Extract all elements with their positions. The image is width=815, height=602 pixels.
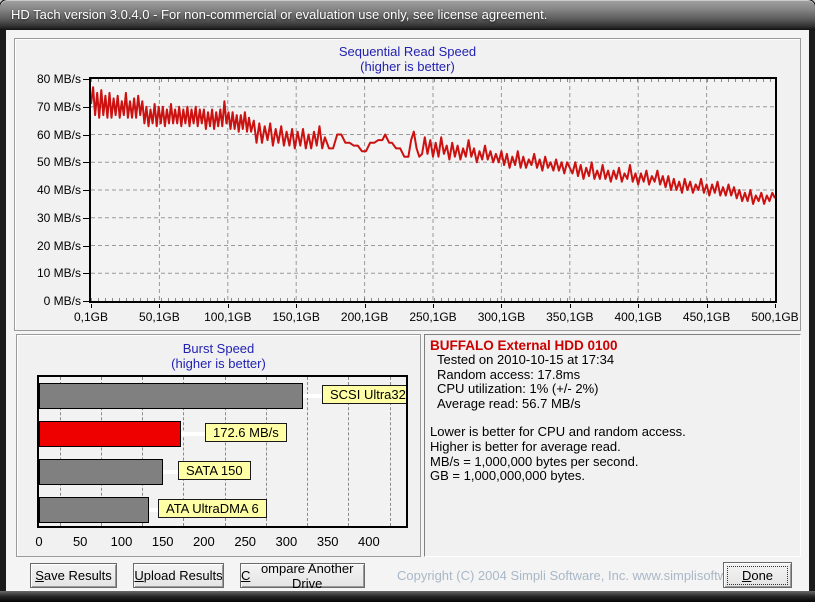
y-axis-tick — [83, 79, 89, 80]
burst-axis-label: 250 — [234, 534, 256, 549]
save-results-button[interactable]: Save Results — [30, 563, 117, 588]
info-note-line: Higher is better for average read. — [430, 440, 795, 455]
y-axis-label: 20 MB/s — [17, 239, 81, 253]
burst-axis-label: 50 — [73, 534, 87, 549]
burst-axis-label: 150 — [152, 534, 174, 549]
x-axis-tick — [707, 304, 708, 308]
burst-axis-label: 200 — [193, 534, 215, 549]
x-axis-label: 300,1GB — [478, 310, 525, 324]
burst-axis-label: 350 — [317, 534, 339, 549]
title-bar[interactable]: HD Tach version 3.0.4.0 - For non-commer… — [0, 0, 815, 30]
y-axis-tick — [83, 246, 89, 247]
y-axis-tick — [83, 301, 89, 302]
info-note-line: MB/s = 1,000,000 bytes per second. — [430, 455, 795, 470]
plot-top-ticks — [91, 79, 775, 82]
burst-speed-subtitle: (higher is better) — [17, 356, 420, 371]
x-axis-label: 350,1GB — [546, 310, 593, 324]
burst-speed-panel: Burst Speed (higher is better) SCSI Ultr… — [16, 334, 421, 557]
bar-label-connector — [303, 394, 322, 398]
burst-axis-label: 300 — [276, 534, 298, 549]
burst-bar — [39, 459, 163, 485]
y-axis-label: 10 MB/s — [17, 266, 81, 280]
y-axis-tick — [83, 273, 89, 274]
compare-another-drive-button[interactable]: Compare Another Drive — [240, 563, 365, 588]
copyright-text: Copyright (C) 2004 Simpli Software, Inc.… — [397, 568, 774, 583]
burst-gridline — [307, 377, 308, 526]
plot-bottom-ticks — [91, 298, 775, 301]
x-axis-label: 0,1GB — [74, 310, 108, 324]
drive-info-panel: BUFFALO External HDD 0100 Tested on 2010… — [424, 334, 801, 557]
hdtach-window: HD Tach version 3.0.4.0 - For non-commer… — [0, 0, 815, 602]
y-axis-tick — [83, 107, 89, 108]
bar-label-connector — [181, 432, 205, 436]
x-axis-tick — [638, 304, 639, 308]
x-axis-tick — [228, 304, 229, 308]
burst-bar-result — [39, 421, 181, 447]
done-button[interactable]: Done — [723, 562, 792, 588]
info-note-line: GB = 1,000,000,000 bytes. — [430, 469, 795, 484]
y-axis-label: 30 MB/s — [17, 211, 81, 225]
burst-bar-label: ATA UltraDMA 6 — [158, 499, 267, 518]
burst-bar — [39, 497, 149, 523]
bar-label-connector — [163, 470, 178, 474]
burst-bar-label: 172.6 MB/s — [205, 423, 287, 442]
sequential-read-panel: Sequential Read Speed (higher is better)… — [14, 38, 801, 331]
x-axis-label: 150,1GB — [273, 310, 320, 324]
x-axis-tick — [775, 304, 776, 308]
info-spacer — [430, 411, 795, 425]
drive-stat-line: CPU utilization: 1% (+/- 2%) — [430, 382, 795, 397]
sequential-read-title: Sequential Read Speed — [15, 44, 800, 59]
sequential-read-subtitle: (higher is better) — [15, 59, 800, 74]
upload-results-button[interactable]: Upload Results — [133, 563, 224, 588]
x-axis-label: 250,1GB — [409, 310, 456, 324]
x-axis-tick — [365, 304, 366, 308]
x-axis-label: 450,1GB — [683, 310, 730, 324]
drive-stat-line: Average read: 56.7 MB/s — [430, 397, 795, 412]
drive-stat-line: Random access: 17.8ms — [430, 368, 795, 383]
drive-stats: Tested on 2010-10-15 at 17:34Random acce… — [430, 353, 795, 411]
bar-label-connector — [149, 508, 158, 512]
window-title: HD Tach version 3.0.4.0 - For non-commer… — [11, 7, 547, 22]
y-axis-tick — [83, 218, 89, 219]
burst-axis-label: 0 — [35, 534, 42, 549]
y-axis-label: 80 MB/s — [17, 72, 81, 86]
y-axis-label: 60 MB/s — [17, 128, 81, 142]
y-axis-tick — [83, 162, 89, 163]
burst-speed-title: Burst Speed — [17, 341, 420, 356]
x-axis-tick — [501, 304, 502, 308]
x-axis-tick — [570, 304, 571, 308]
x-axis-tick — [159, 304, 160, 308]
y-axis-label: 0 MB/s — [17, 294, 81, 308]
burst-bar — [39, 383, 303, 409]
burst-axis-label: 100 — [111, 534, 133, 549]
done-button-label: Done — [727, 566, 788, 585]
burst-axis-label: 400 — [358, 534, 380, 549]
sequential-read-plot — [89, 77, 777, 303]
x-axis-tick — [91, 304, 92, 308]
info-notes: Lower is better for CPU and random acces… — [430, 425, 795, 483]
x-axis-tick — [296, 304, 297, 308]
y-axis-label: 70 MB/s — [17, 100, 81, 114]
y-axis-tick — [83, 190, 89, 191]
x-axis-label: 100,1GB — [204, 310, 251, 324]
drive-name: BUFFALO External HDD 0100 — [430, 338, 795, 353]
y-axis-label: 50 MB/s — [17, 155, 81, 169]
window-bottom-frame — [0, 591, 815, 602]
x-axis-label: 400,1GB — [615, 310, 662, 324]
sequential-read-chart — [91, 79, 775, 301]
x-axis-label: 50,1GB — [139, 310, 180, 324]
burst-speed-plot: SCSI Ultra320 172.6 MB/s SATA 150 ATA Ultra… — [37, 375, 408, 528]
x-axis-label: 500,1GB — [751, 310, 798, 324]
drive-stat-line: Tested on 2010-10-15 at 17:34 — [430, 353, 795, 368]
burst-bar-label: SATA 150 — [178, 461, 251, 480]
info-note-line: Lower is better for CPU and random acces… — [430, 425, 795, 440]
y-axis-label: 40 MB/s — [17, 183, 81, 197]
x-axis-label: 200,1GB — [341, 310, 388, 324]
y-axis-tick — [83, 135, 89, 136]
x-axis-tick — [433, 304, 434, 308]
burst-bar-label: SCSI Ultra320 — [322, 385, 408, 404]
